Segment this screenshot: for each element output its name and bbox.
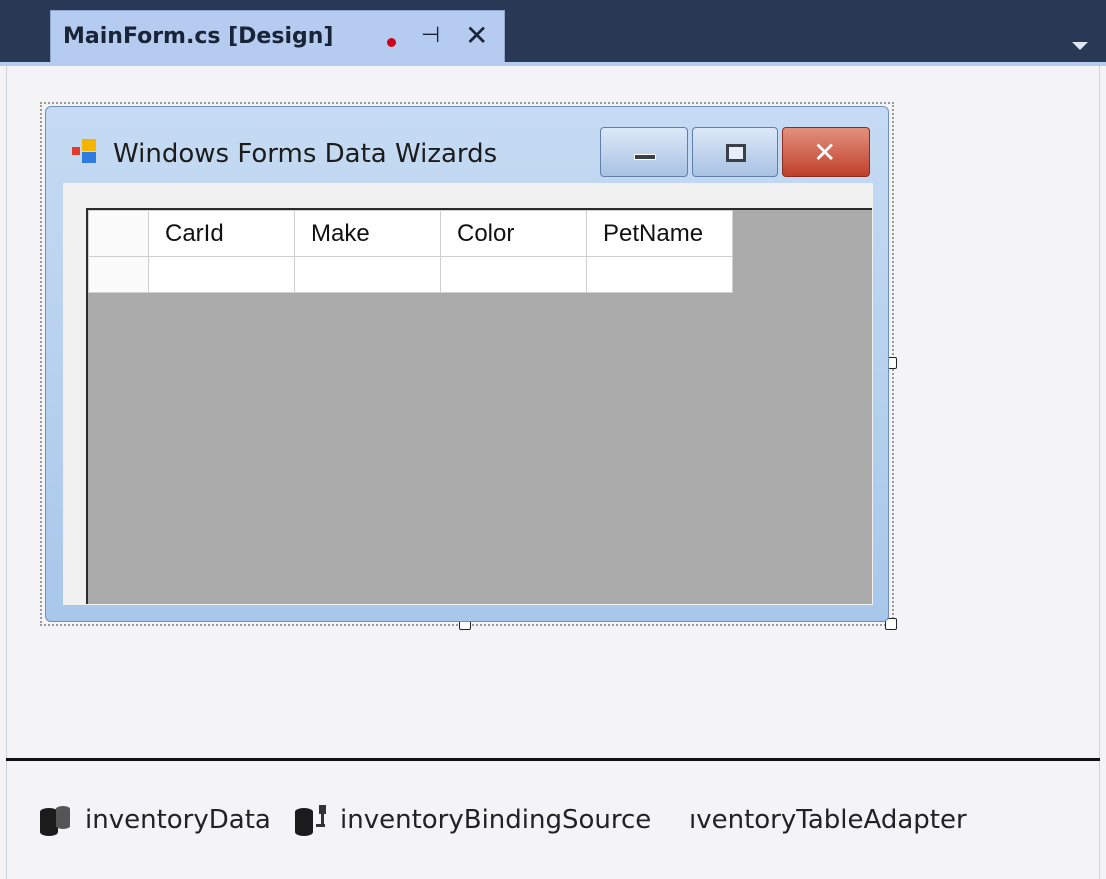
pin-tab-icon[interactable]: ⊣ — [421, 23, 440, 48]
column-header[interactable]: CarId — [148, 210, 295, 257]
table-row — [88, 256, 733, 293]
windows-forms-app-icon — [72, 139, 96, 163]
grid-table: CarId Make Color PetName — [88, 210, 733, 293]
close-window-button[interactable]: ✕ — [782, 127, 870, 177]
column-header[interactable]: Color — [440, 210, 587, 257]
form-title: Windows Forms Data Wizards — [113, 139, 498, 169]
maximize-button[interactable] — [692, 127, 778, 177]
inventory-data-grid[interactable]: CarId Make Color PetName — [86, 208, 872, 604]
minimize-icon — [634, 154, 656, 160]
close-icon: ✕ — [813, 136, 837, 169]
unsaved-indicator-icon — [387, 38, 396, 47]
document-tab-strip: MainForm.cs [Design] ⊣ ✕ — [0, 0, 1106, 66]
tab-overflow-dropdown-icon[interactable] — [1072, 42, 1088, 50]
grid-cell[interactable] — [294, 256, 441, 293]
tray-item-label: ıventoryTableAdapter — [689, 805, 967, 835]
tab-title: MainForm.cs [Design] — [63, 24, 334, 49]
row-header[interactable] — [88, 256, 149, 293]
minimize-button[interactable] — [600, 127, 688, 177]
grid-top-left-corner[interactable] — [88, 210, 149, 257]
column-header[interactable]: PetName — [586, 210, 733, 257]
binding-source-icon — [295, 805, 326, 836]
tab-mainform-design[interactable]: MainForm.cs [Design] ⊣ ✕ — [50, 10, 505, 66]
grid-cell[interactable] — [586, 256, 733, 293]
close-tab-icon[interactable]: ✕ — [465, 19, 488, 52]
column-header[interactable]: Make — [294, 210, 441, 257]
maximize-icon — [726, 144, 746, 162]
grid-cell[interactable] — [440, 256, 587, 293]
grid-cell[interactable] — [148, 256, 295, 293]
tray-item-label: inventoryBindingSource — [340, 805, 652, 835]
dataset-icon — [40, 806, 70, 836]
tray-item-label: inventoryData — [85, 805, 271, 835]
component-tray[interactable]: inventoryData inventoryBindingSource ıve… — [6, 761, 1100, 879]
grid-header-row: CarId Make Color PetName — [88, 210, 733, 257]
